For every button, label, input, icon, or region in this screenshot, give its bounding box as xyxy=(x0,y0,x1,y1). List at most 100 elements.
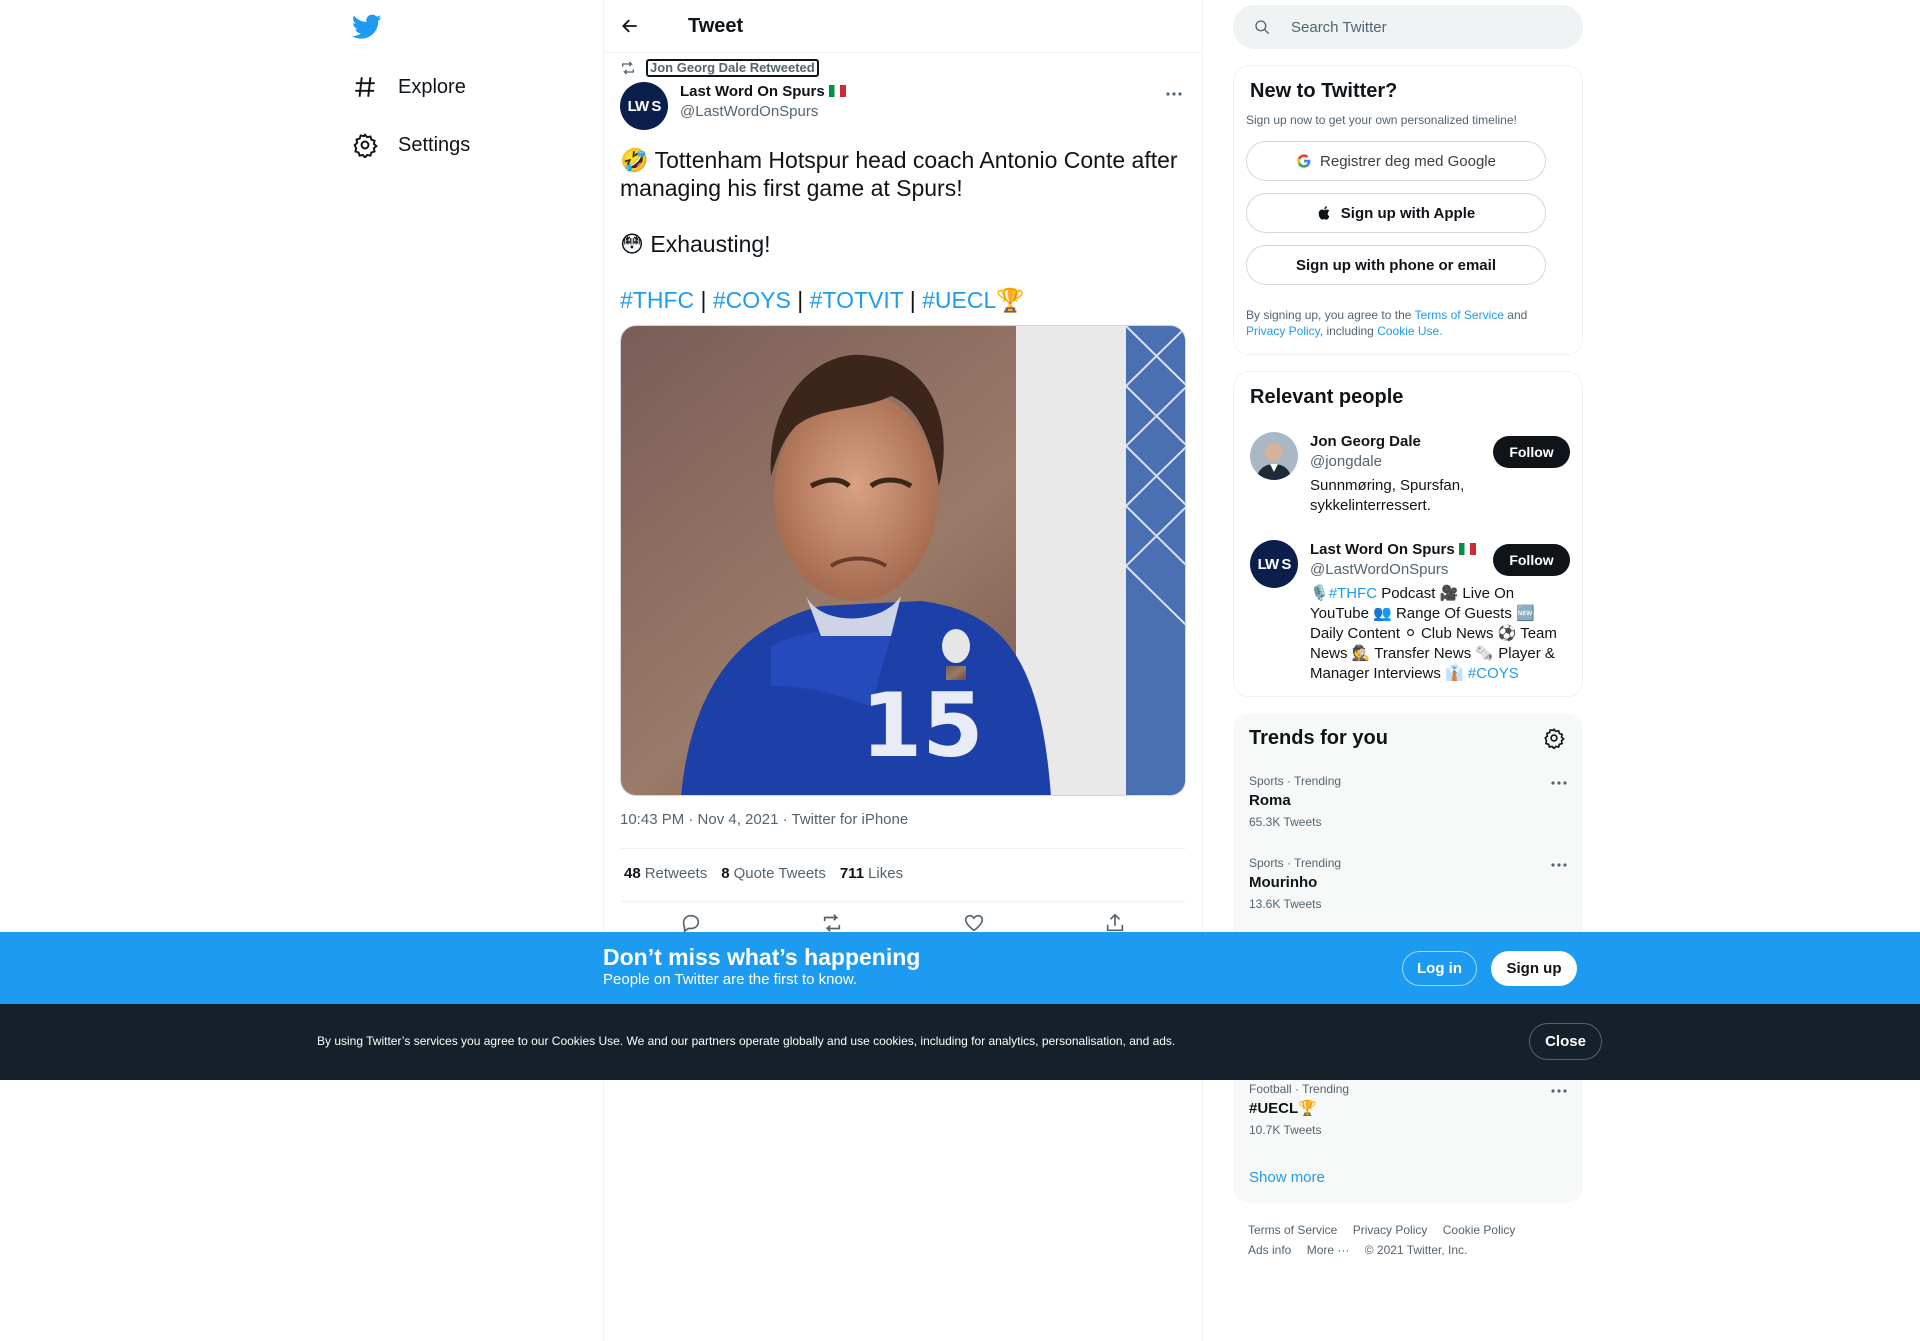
avatar-logo-text: LW S xyxy=(1257,555,1292,573)
avatar[interactable]: LW S xyxy=(620,82,668,130)
login-button[interactable]: Log in xyxy=(1402,951,1477,986)
retweeted-by-label: Jon Georg Dale Retweeted xyxy=(646,59,819,77)
hashtag-link[interactable]: #TOTVIT xyxy=(810,287,904,313)
nav-settings[interactable]: Settings xyxy=(352,125,470,165)
tweet-text: 🤣 Tottenham Hotspur head coach Antonio C… xyxy=(620,146,1180,342)
footer-link[interactable]: Ads info xyxy=(1248,1243,1291,1257)
search-input[interactable]: Search Twitter xyxy=(1233,5,1583,49)
relevant-people-title: Relevant people xyxy=(1250,386,1404,408)
more-options-icon[interactable] xyxy=(1164,86,1184,102)
footer-links: Terms of Service Privacy Policy Cookie P… xyxy=(1248,1220,1588,1260)
follow-button[interactable]: Follow xyxy=(1493,436,1570,468)
footer-link[interactable]: More ··· xyxy=(1307,1243,1350,1257)
italy-flag-icon xyxy=(828,85,846,97)
signup-card: New to Twitter? Sign up now to get your … xyxy=(1233,65,1583,355)
show-more-link[interactable]: Show more xyxy=(1249,1169,1325,1186)
trend-context: Football · Trending xyxy=(1249,1082,1350,1096)
signup-button[interactable]: Sign up xyxy=(1491,951,1577,986)
trend-context: Sports · Trending xyxy=(1249,856,1342,870)
trend-name: #UECL🏆 xyxy=(1249,1100,1317,1117)
retweet-context[interactable]: Jon Georg Dale Retweeted xyxy=(620,59,819,77)
tweet-timestamp[interactable]: 10:43 PM · Nov 4, 2021 · Twitter for iPh… xyxy=(620,811,908,828)
cookie-use-link[interactable]: Cookie Use. xyxy=(1377,324,1442,338)
author-name[interactable]: Last Word On Spurs xyxy=(680,83,825,100)
relevant-people-card: Relevant people Jon Georg Dale @jongdale… xyxy=(1233,371,1583,697)
legal-text: and xyxy=(1507,308,1528,322)
terms-link[interactable]: Terms of Service xyxy=(1415,308,1504,322)
close-button[interactable]: Close xyxy=(1529,1023,1602,1060)
trend-count: 10.7K Tweets xyxy=(1249,1123,1322,1137)
hashtag-separator: | xyxy=(700,287,707,313)
heart-icon[interactable] xyxy=(963,912,985,934)
nav-explore[interactable]: Explore xyxy=(352,67,466,107)
search-placeholder: Search Twitter xyxy=(1291,18,1387,36)
cookie-banner: By using Twitter’s services you agree to… xyxy=(0,1004,1920,1080)
nav-settings-label: Settings xyxy=(398,133,471,156)
bio-emoji: 🎙️ xyxy=(1310,585,1329,602)
author-handle[interactable]: @LastWordOnSpurs xyxy=(680,102,846,122)
person-name[interactable]: Jon Georg Dale xyxy=(1310,432,1495,452)
person-jongdale[interactable]: Jon Georg Dale @jongdale Sunnmøring, Spu… xyxy=(1250,432,1570,516)
footer-link[interactable]: Privacy Policy xyxy=(1353,1223,1428,1237)
follow-button[interactable]: Follow xyxy=(1493,544,1570,576)
quote-tweets-stat[interactable]: 8 Quote Tweets xyxy=(721,865,826,882)
tweet-stats: 48 Retweets 8 Quote Tweets 711 Likes xyxy=(624,865,903,882)
avatar[interactable]: LW S xyxy=(1250,540,1298,588)
trend-name: Mourinho xyxy=(1249,874,1318,891)
retweets-stat[interactable]: 48 Retweets xyxy=(624,865,707,882)
google-signup-label: Registrer deg med Google xyxy=(1320,152,1496,170)
trend-item[interactable]: Sports · Trending Mourinho 13.6K Tweets xyxy=(1249,855,1569,911)
person-handle[interactable]: @jongdale xyxy=(1310,452,1495,472)
retweet-icon[interactable] xyxy=(821,912,843,934)
trend-count: 65.3K Tweets xyxy=(1249,815,1322,829)
tweet-author[interactable]: LW S Last Word On Spurs @LastWordOnSpurs xyxy=(620,82,846,130)
hashtag-link[interactable]: #THFC xyxy=(620,287,694,313)
signup-subtitle: Sign up now to get your own personalized… xyxy=(1246,113,1517,127)
more-options-icon[interactable] xyxy=(1549,1083,1569,1099)
page-title: Tweet xyxy=(688,14,744,37)
person-lastwordonspurs[interactable]: LW S Last Word On Spurs @LastWordOnSpurs… xyxy=(1250,540,1570,684)
phone-email-signup-button[interactable]: Sign up with phone or email xyxy=(1246,245,1546,285)
trend-name: Roma xyxy=(1249,792,1291,809)
trend-item[interactable]: Football · Trending #UECL🏆 10.7K Tweets xyxy=(1249,1081,1569,1137)
reply-icon[interactable] xyxy=(680,912,702,934)
twitter-logo-icon[interactable] xyxy=(352,14,382,40)
footer-link[interactable]: Terms of Service xyxy=(1248,1223,1337,1237)
trophy-emoji: 🏆 xyxy=(996,287,1025,313)
signup-legal: By signing up, you agree to the Terms of… xyxy=(1246,307,1570,339)
legal-text: , including xyxy=(1319,324,1374,338)
person-bio: 🎙️#THFC Podcast 🎥 Live On YouTube 👥 Rang… xyxy=(1310,584,1570,684)
avatar[interactable] xyxy=(1250,432,1298,480)
trend-item[interactable]: Sports · Trending Roma 65.3K Tweets xyxy=(1249,773,1569,829)
hashtag-separator: | xyxy=(797,287,804,313)
hashtag-link[interactable]: #COYS xyxy=(1468,665,1519,682)
hashtag-icon xyxy=(355,77,375,97)
privacy-link[interactable]: Privacy Policy xyxy=(1246,324,1320,338)
likes-stat[interactable]: 711 Likes xyxy=(840,865,903,882)
jersey-number: 15 xyxy=(861,674,983,777)
apple-signup-button[interactable]: Sign up with Apple xyxy=(1246,193,1546,233)
more-options-icon[interactable] xyxy=(1549,775,1569,791)
tweet-photo[interactable]: 15 xyxy=(620,325,1186,796)
hashtag-link[interactable]: #THFC xyxy=(1329,585,1377,602)
more-options-icon[interactable] xyxy=(1549,857,1569,873)
emoji-flushed: 😳 xyxy=(620,231,644,257)
google-icon xyxy=(1297,154,1311,168)
tweet-line-1: Tottenham Hotspur head coach Antonio Con… xyxy=(620,147,1178,201)
hashtag-link[interactable]: #COYS xyxy=(713,287,791,313)
page-header: Tweet xyxy=(604,0,1202,53)
google-signup-button[interactable]: Registrer deg med Google xyxy=(1246,141,1546,181)
search-icon xyxy=(1255,20,1270,35)
tweet-line-2: Exhausting! xyxy=(650,231,771,257)
person-bio: Sunnmøring, Spursfan, sykkelinterressert… xyxy=(1310,477,1465,514)
share-icon[interactable] xyxy=(1104,912,1126,934)
back-arrow-icon[interactable] xyxy=(620,16,640,36)
footer-link[interactable]: Cookie Policy xyxy=(1443,1223,1516,1237)
gear-icon[interactable] xyxy=(1543,727,1565,749)
hashtag-link[interactable]: #UECL xyxy=(922,287,996,313)
gear-icon xyxy=(353,133,378,158)
tweet-actions xyxy=(620,912,1186,934)
emoji-rofl: 🤣 xyxy=(620,147,649,173)
italy-flag-icon xyxy=(1458,543,1476,555)
person-name[interactable]: Last Word On Spurs xyxy=(1310,541,1455,558)
